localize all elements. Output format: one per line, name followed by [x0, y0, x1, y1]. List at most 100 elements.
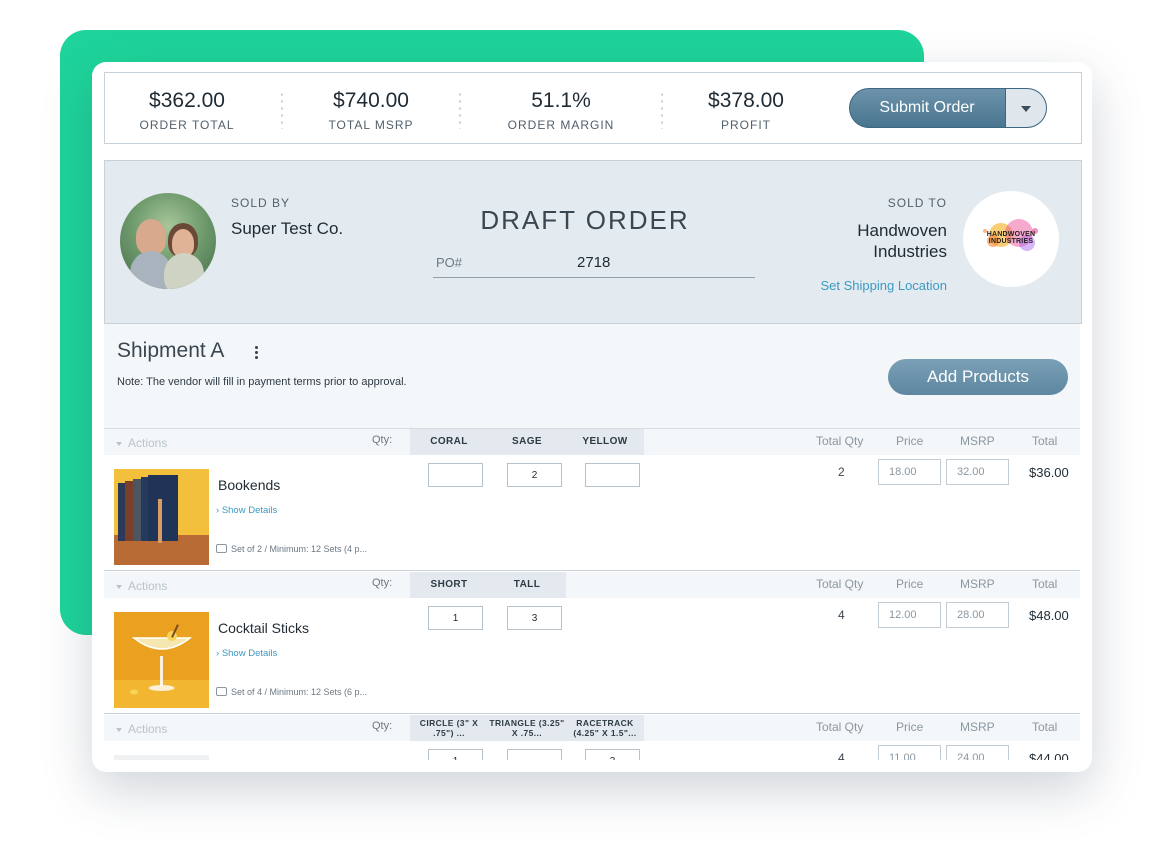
product-row: Actions Qty: CORAL SAGE YELLOW Total Qty…	[104, 429, 1080, 571]
actions-menu[interactable]: Actions	[116, 436, 167, 450]
divider	[459, 91, 461, 129]
add-products-button[interactable]: Add Products	[888, 359, 1068, 395]
customer-logo-text: HANDWOVEN INDUSTRIES	[986, 231, 1036, 245]
show-details-link[interactable]: › Show Details	[216, 505, 277, 516]
product-thumbnail[interactable]	[114, 469, 209, 565]
po-field[interactable]: PO# 2718	[433, 251, 755, 278]
order-header: SOLD BY Super Test Co. DRAFT ORDER PO# 2…	[104, 160, 1082, 324]
product-note-text: Set of 2 / Minimum: 12 Sets (4 p...	[231, 544, 368, 554]
show-details-label[interactable]: Show Details	[222, 505, 277, 516]
variant-header-group: SHORT TALL	[410, 572, 566, 598]
page-title: DRAFT ORDER	[480, 205, 690, 235]
qty-input[interactable]	[507, 606, 562, 630]
show-details-link[interactable]: › Show Details	[216, 648, 277, 659]
seller-avatar	[120, 193, 216, 289]
shipment-note: Note: The vendor will fill in payment te…	[117, 376, 407, 388]
caret-down-icon	[116, 441, 122, 446]
order-margin-value: 51.1%	[531, 89, 591, 112]
product-note-text: Set of 4 / Minimum: 12 Sets (6 p...	[231, 687, 368, 697]
sold-to-label: SOLD TO	[887, 196, 947, 210]
po-number[interactable]: 2718	[577, 254, 610, 271]
submit-order-dropdown[interactable]	[1005, 89, 1046, 127]
msrp-input[interactable]	[946, 602, 1009, 628]
price-header: Price	[896, 577, 924, 591]
product-thumbnail[interactable]	[114, 612, 209, 708]
product-thumbnail[interactable]	[114, 755, 209, 760]
submit-order-button[interactable]: Submit Order	[849, 88, 1047, 128]
order-total-stat: $362.00 ORDER TOTAL	[137, 89, 237, 133]
line-total: $44.00	[1029, 751, 1069, 760]
line-total: $48.00	[1029, 608, 1069, 623]
qty-input[interactable]	[428, 463, 483, 487]
line-total: $36.00	[1029, 465, 1069, 480]
actions-menu[interactable]: Actions	[116, 722, 167, 736]
order-margin-label: ORDER MARGIN	[507, 118, 615, 132]
order-total-label: ORDER TOTAL	[139, 118, 235, 132]
variant-header-group: CIRCLE (3" X .75") ... TRIANGLE (3.25" X…	[410, 715, 644, 741]
price-input[interactable]	[878, 459, 941, 485]
divider	[281, 91, 283, 129]
customer-logo: HANDWOVEN INDUSTRIES	[963, 191, 1059, 287]
qty-label: Qty:	[372, 720, 393, 732]
variant-header: RACETRACK (4.25" X 1.5"...	[573, 718, 637, 738]
sold-by-label: SOLD BY	[231, 196, 291, 210]
product-row: Actions Qty: CIRCLE (3" X .75") ... TRIA…	[104, 715, 1080, 760]
total-msrp-value: $740.00	[333, 89, 409, 112]
msrp-header: MSRP	[960, 434, 995, 448]
total-qty-header: Total Qty	[816, 720, 864, 734]
profit-value: $378.00	[708, 89, 784, 112]
qty-input[interactable]	[507, 749, 562, 760]
total-msrp-label: TOTAL MSRP	[328, 118, 414, 132]
qty-input[interactable]	[585, 463, 640, 487]
msrp-header: MSRP	[960, 720, 995, 734]
msrp-header: MSRP	[960, 577, 995, 591]
buyer-name: Handwoven Industries	[857, 221, 947, 261]
bookends-image	[114, 469, 209, 565]
product-note: Set of 2 / Minimum: 12 Sets (4 p...	[216, 544, 367, 554]
price-input[interactable]	[878, 745, 941, 760]
product-name: Bookends	[218, 477, 281, 493]
total-header: Total	[1032, 577, 1058, 591]
product-row-header: Actions Qty: CIRCLE (3" X .75") ... TRIA…	[104, 715, 1080, 741]
qty-input[interactable]	[507, 463, 562, 487]
cocktail-sticks-image	[114, 612, 209, 708]
seller-name: Super Test Co.	[231, 219, 344, 238]
product-row-header: Actions Qty: SHORT TALL Total Qty Price …	[104, 572, 1080, 598]
actions-label[interactable]: Actions	[128, 436, 167, 450]
variant-header: YELLOW	[582, 436, 628, 447]
shipment-title: Shipment A	[117, 339, 225, 362]
qty-label: Qty:	[372, 577, 393, 589]
divider	[661, 91, 663, 129]
variant-header: SHORT	[430, 579, 468, 590]
actions-menu[interactable]: Actions	[116, 579, 167, 593]
show-details-label[interactable]: Show Details	[222, 648, 277, 659]
price-input[interactable]	[878, 602, 941, 628]
total-qty-value: 2	[838, 465, 845, 479]
profit-label: PROFIT	[721, 118, 771, 132]
qty-input[interactable]	[428, 606, 483, 630]
total-msrp-stat: $740.00 TOTAL MSRP	[319, 89, 423, 133]
variant-header: SAGE	[512, 436, 542, 447]
total-header: Total	[1032, 720, 1058, 734]
variant-header: CIRCLE (3" X .75") ...	[419, 718, 479, 738]
actions-label[interactable]: Actions	[128, 579, 167, 593]
actions-label[interactable]: Actions	[128, 722, 167, 736]
profit-stat: $378.00 PROFIT	[701, 89, 791, 133]
total-qty-value: 4	[838, 751, 845, 760]
total-qty-header: Total Qty	[816, 577, 864, 591]
po-label: PO#	[436, 255, 463, 270]
submit-order-label[interactable]: Submit Order	[850, 89, 1004, 127]
order-total-value: $362.00	[149, 89, 225, 112]
order-margin-stat: 51.1% ORDER MARGIN	[503, 89, 619, 133]
msrp-input[interactable]	[946, 459, 1009, 485]
more-vertical-icon[interactable]	[255, 345, 258, 359]
msrp-input[interactable]	[946, 745, 1009, 760]
set-shipping-location-link[interactable]: Set Shipping Location	[821, 278, 947, 293]
comment-icon	[216, 544, 227, 553]
product-row-header: Actions Qty: CORAL SAGE YELLOW Total Qty…	[104, 429, 1080, 455]
qty-input[interactable]	[585, 749, 640, 760]
total-header: Total	[1032, 434, 1058, 448]
order-summary-bar: $362.00 ORDER TOTAL $740.00 TOTAL MSRP 5…	[104, 72, 1082, 144]
qty-input[interactable]	[428, 749, 483, 760]
price-header: Price	[896, 720, 924, 734]
